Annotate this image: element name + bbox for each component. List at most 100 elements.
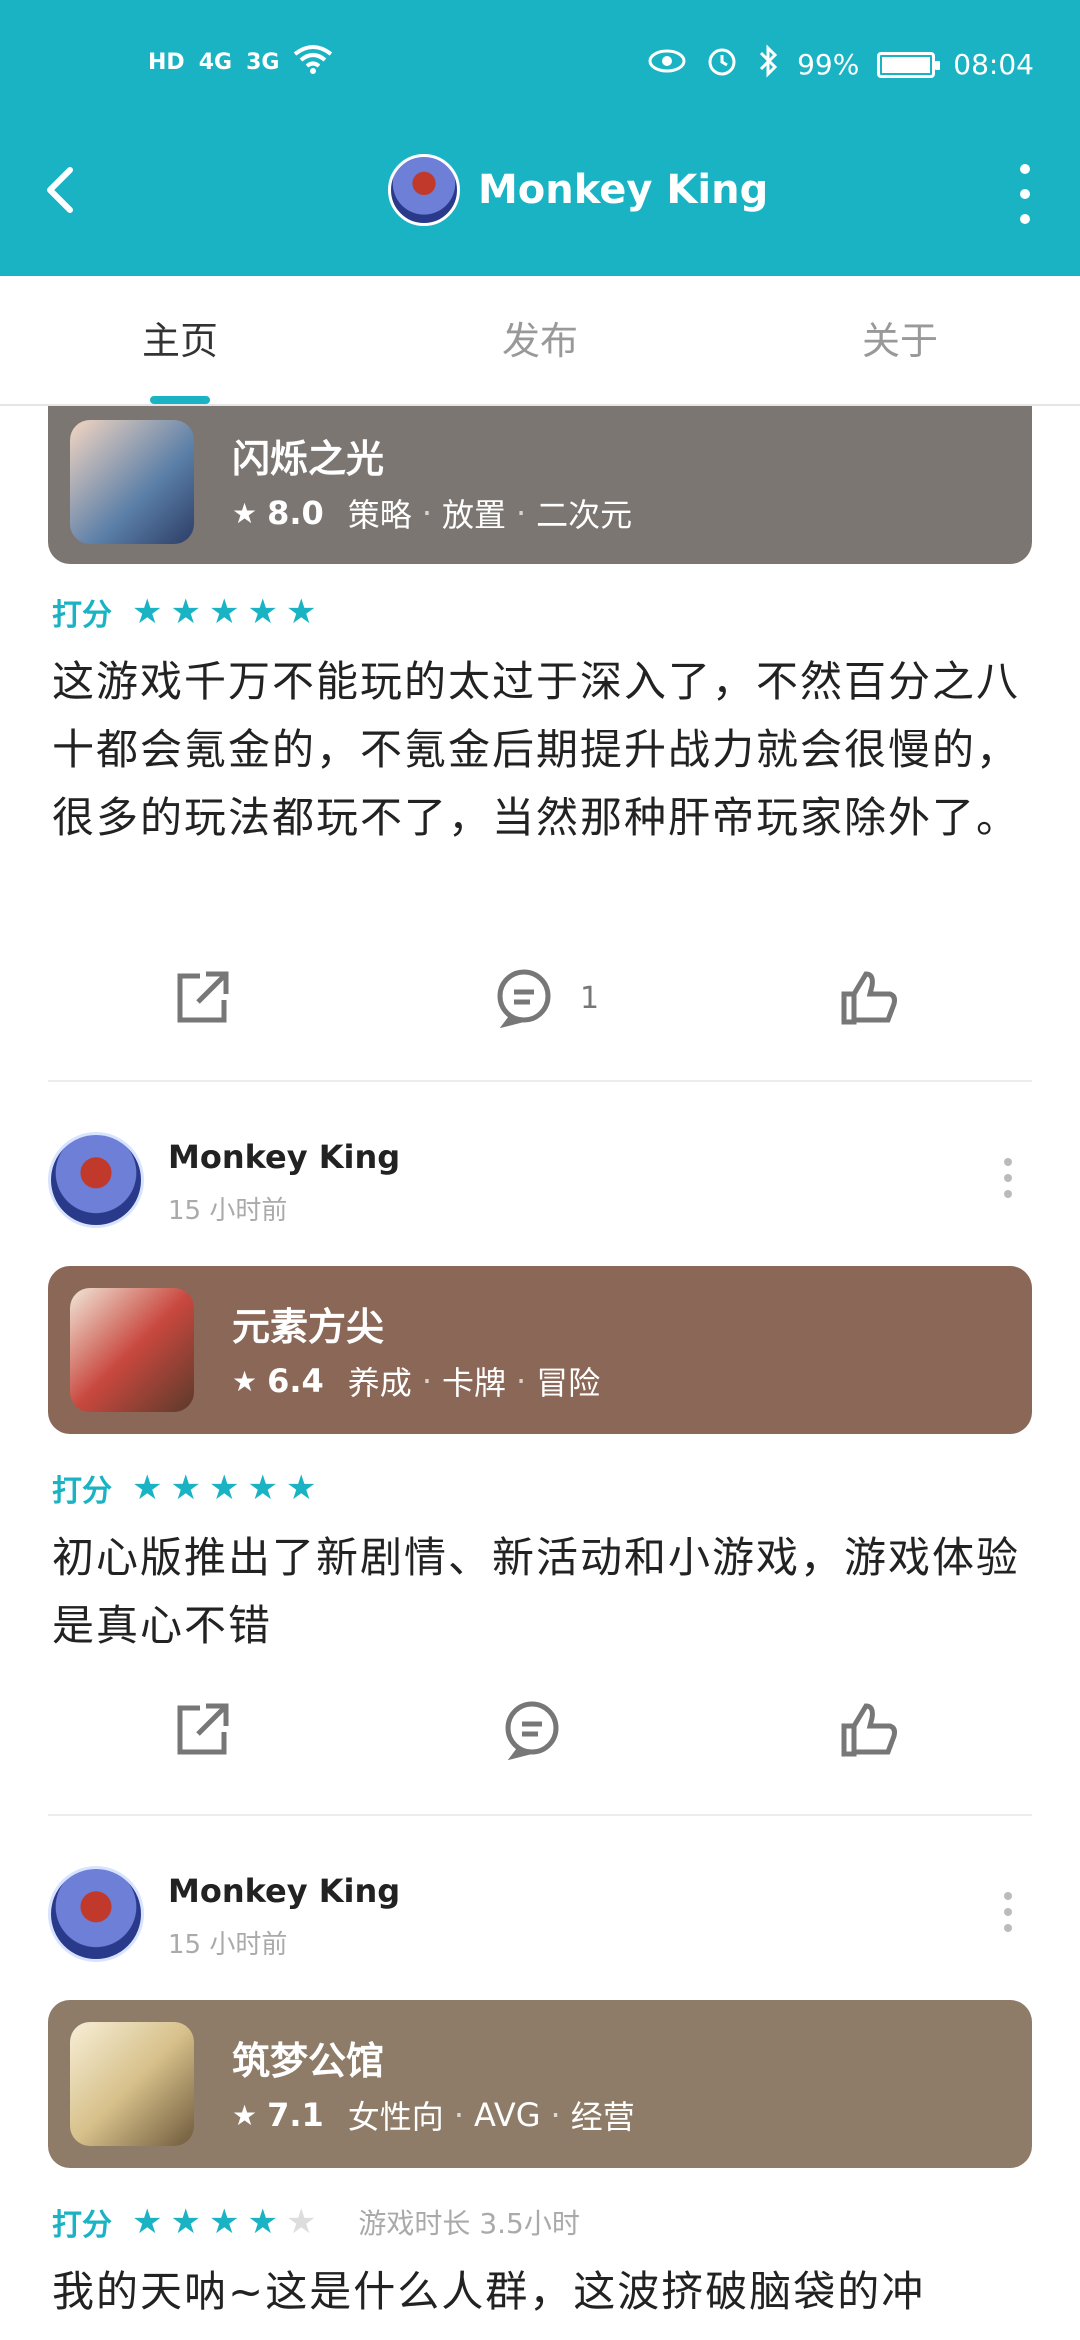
comment-count: 1	[580, 980, 600, 1016]
game-tag: AVG	[473, 2096, 541, 2134]
game-score: 6.4	[267, 1362, 324, 1400]
alarm-icon	[705, 44, 739, 85]
like-button[interactable]	[836, 1690, 900, 1770]
game-score: 7.1	[267, 2096, 324, 2134]
more-vertical-icon	[1004, 1158, 1012, 1166]
share-icon	[177, 1703, 229, 1755]
game-meta: ★ 8.0 策略 · 放置 · 二次元	[232, 490, 632, 536]
tag-separator: ·	[421, 494, 432, 532]
game-name: 闪烁之光	[232, 437, 385, 481]
star-icon: ★	[247, 1468, 278, 1508]
star-icon: ★	[170, 1468, 201, 1508]
battery-fill	[882, 56, 930, 73]
game-card[interactable]: 元素方尖 ★ 6.4 养成 · 卡牌 · 冒险	[48, 1266, 1032, 1434]
like-button[interactable]	[836, 958, 900, 1038]
rating-row: 打分 ★ ★ ★ ★ ★ 游戏时长 3.5小时	[52, 2202, 580, 2243]
comment-icon	[497, 969, 551, 1029]
more-options-button[interactable]	[1010, 164, 1040, 224]
game-tag: 冒险	[536, 1364, 601, 1402]
user-row: Monkey King 15 小时前	[48, 1866, 1032, 1966]
star-icon: ★	[132, 592, 163, 632]
star-icon: ★	[247, 2202, 278, 2242]
star-icon: ★	[232, 2098, 258, 2132]
game-name: 元素方尖	[232, 1305, 385, 1349]
page-title: Monkey King	[478, 167, 769, 213]
star-icon: ★	[208, 592, 240, 632]
tab-publish[interactable]: 发布	[360, 276, 720, 404]
comment-button[interactable]: 1	[492, 958, 599, 1038]
post-more-button[interactable]	[1004, 1158, 1014, 1198]
star-icon: ★	[170, 592, 201, 632]
divider	[48, 1814, 1032, 1816]
review-text: 初心版推出了新剧情、新活动和小游戏，游戏体验是真心不错	[52, 1533, 1021, 1650]
star-icon: ★	[232, 1364, 258, 1398]
game-tag: 经营	[570, 2098, 635, 2136]
avatar[interactable]	[48, 1132, 144, 1228]
network-indicators: HD 4G 3G	[148, 44, 333, 80]
comment-button[interactable]	[500, 1690, 564, 1770]
post-time: 15 小时前	[168, 1196, 288, 1226]
rating-row: 打分 ★ ★ ★ ★ ★	[52, 592, 324, 633]
playtime: 游戏时长 3.5小时	[358, 2207, 580, 2240]
post-more-button[interactable]	[1004, 1892, 1014, 1932]
post-actions	[0, 1690, 1080, 1770]
share-button[interactable]	[170, 958, 234, 1038]
app-bar: Monkey King	[0, 130, 1080, 276]
star-icon: ★	[170, 2202, 201, 2242]
divider	[48, 1080, 1032, 1082]
bluetooth-icon	[757, 44, 779, 85]
clock: 08:04	[953, 48, 1034, 81]
review-text: 这游戏千万不能玩的太过于深入了，不然百分之八十都会氪金的，不氪金后期提升战力就会…	[52, 657, 1021, 842]
rating-label: 打分	[52, 598, 112, 633]
star-icon: ★	[285, 1468, 317, 1508]
rating-label: 打分	[52, 2208, 112, 2243]
profile-title: Monkey King	[388, 154, 768, 226]
star-icon: ★	[132, 1468, 163, 1508]
tag-separator: ·	[516, 1362, 527, 1400]
back-button[interactable]	[40, 160, 100, 230]
battery-percent: 99%	[797, 48, 860, 81]
system-indicators: 99% 08:04	[647, 44, 1034, 85]
thumbs-up-icon	[841, 1703, 897, 1757]
star-icon: ★	[247, 592, 278, 632]
avatar[interactable]	[48, 1866, 144, 1962]
signal-4g-icon: 4G	[198, 49, 233, 75]
game-tag: 卡牌	[441, 1364, 506, 1402]
star-icon: ★	[232, 496, 258, 530]
star-empty-icon: ★	[285, 2202, 317, 2242]
battery-icon	[877, 51, 941, 78]
game-icon	[70, 420, 194, 544]
rating-label: 打分	[52, 1474, 112, 1509]
game-icon	[70, 2022, 194, 2146]
user-row: Monkey King 15 小时前	[48, 1132, 1032, 1232]
star-icon: ★	[285, 592, 317, 632]
star-icon: ★	[208, 2202, 240, 2242]
game-tag: 策略	[347, 496, 412, 534]
thumbs-up-icon	[841, 971, 897, 1025]
game-tag: 二次元	[536, 496, 633, 534]
comment-icon	[505, 1701, 559, 1761]
user-name[interactable]: Monkey King	[168, 1138, 400, 1176]
game-tag: 女性向	[347, 2098, 444, 2136]
avatar	[388, 154, 460, 226]
hd-icon: HD	[148, 49, 185, 75]
game-name: 筑梦公馆	[232, 2039, 385, 2083]
game-meta: ★ 7.1 女性向 · AVG · 经营	[232, 2092, 635, 2138]
game-card[interactable]: 筑梦公馆 ★ 7.1 女性向 · AVG · 经营	[48, 2000, 1032, 2168]
signal-3g-icon: 3G	[246, 49, 280, 75]
tab-home[interactable]: 主页	[0, 276, 360, 404]
game-score: 8.0	[267, 494, 324, 532]
tab-about[interactable]: 关于	[720, 276, 1080, 404]
share-button[interactable]	[170, 1690, 234, 1770]
tag-separator: ·	[550, 2096, 561, 2134]
user-name[interactable]: Monkey King	[168, 1872, 400, 1910]
wifi-icon	[293, 44, 333, 80]
review-text: 我的天呐~这是什么人群，这波挤破脑袋的冲	[52, 2267, 926, 2316]
tag-separator: ·	[516, 494, 527, 532]
back-icon	[47, 167, 73, 213]
game-card[interactable]: 闪烁之光 ★ 8.0 策略 · 放置 · 二次元	[48, 406, 1032, 564]
game-tag: 放置	[441, 496, 506, 534]
star-icon: ★	[132, 2202, 163, 2242]
more-vertical-icon	[1020, 164, 1030, 174]
game-tag: 养成	[347, 1364, 412, 1402]
